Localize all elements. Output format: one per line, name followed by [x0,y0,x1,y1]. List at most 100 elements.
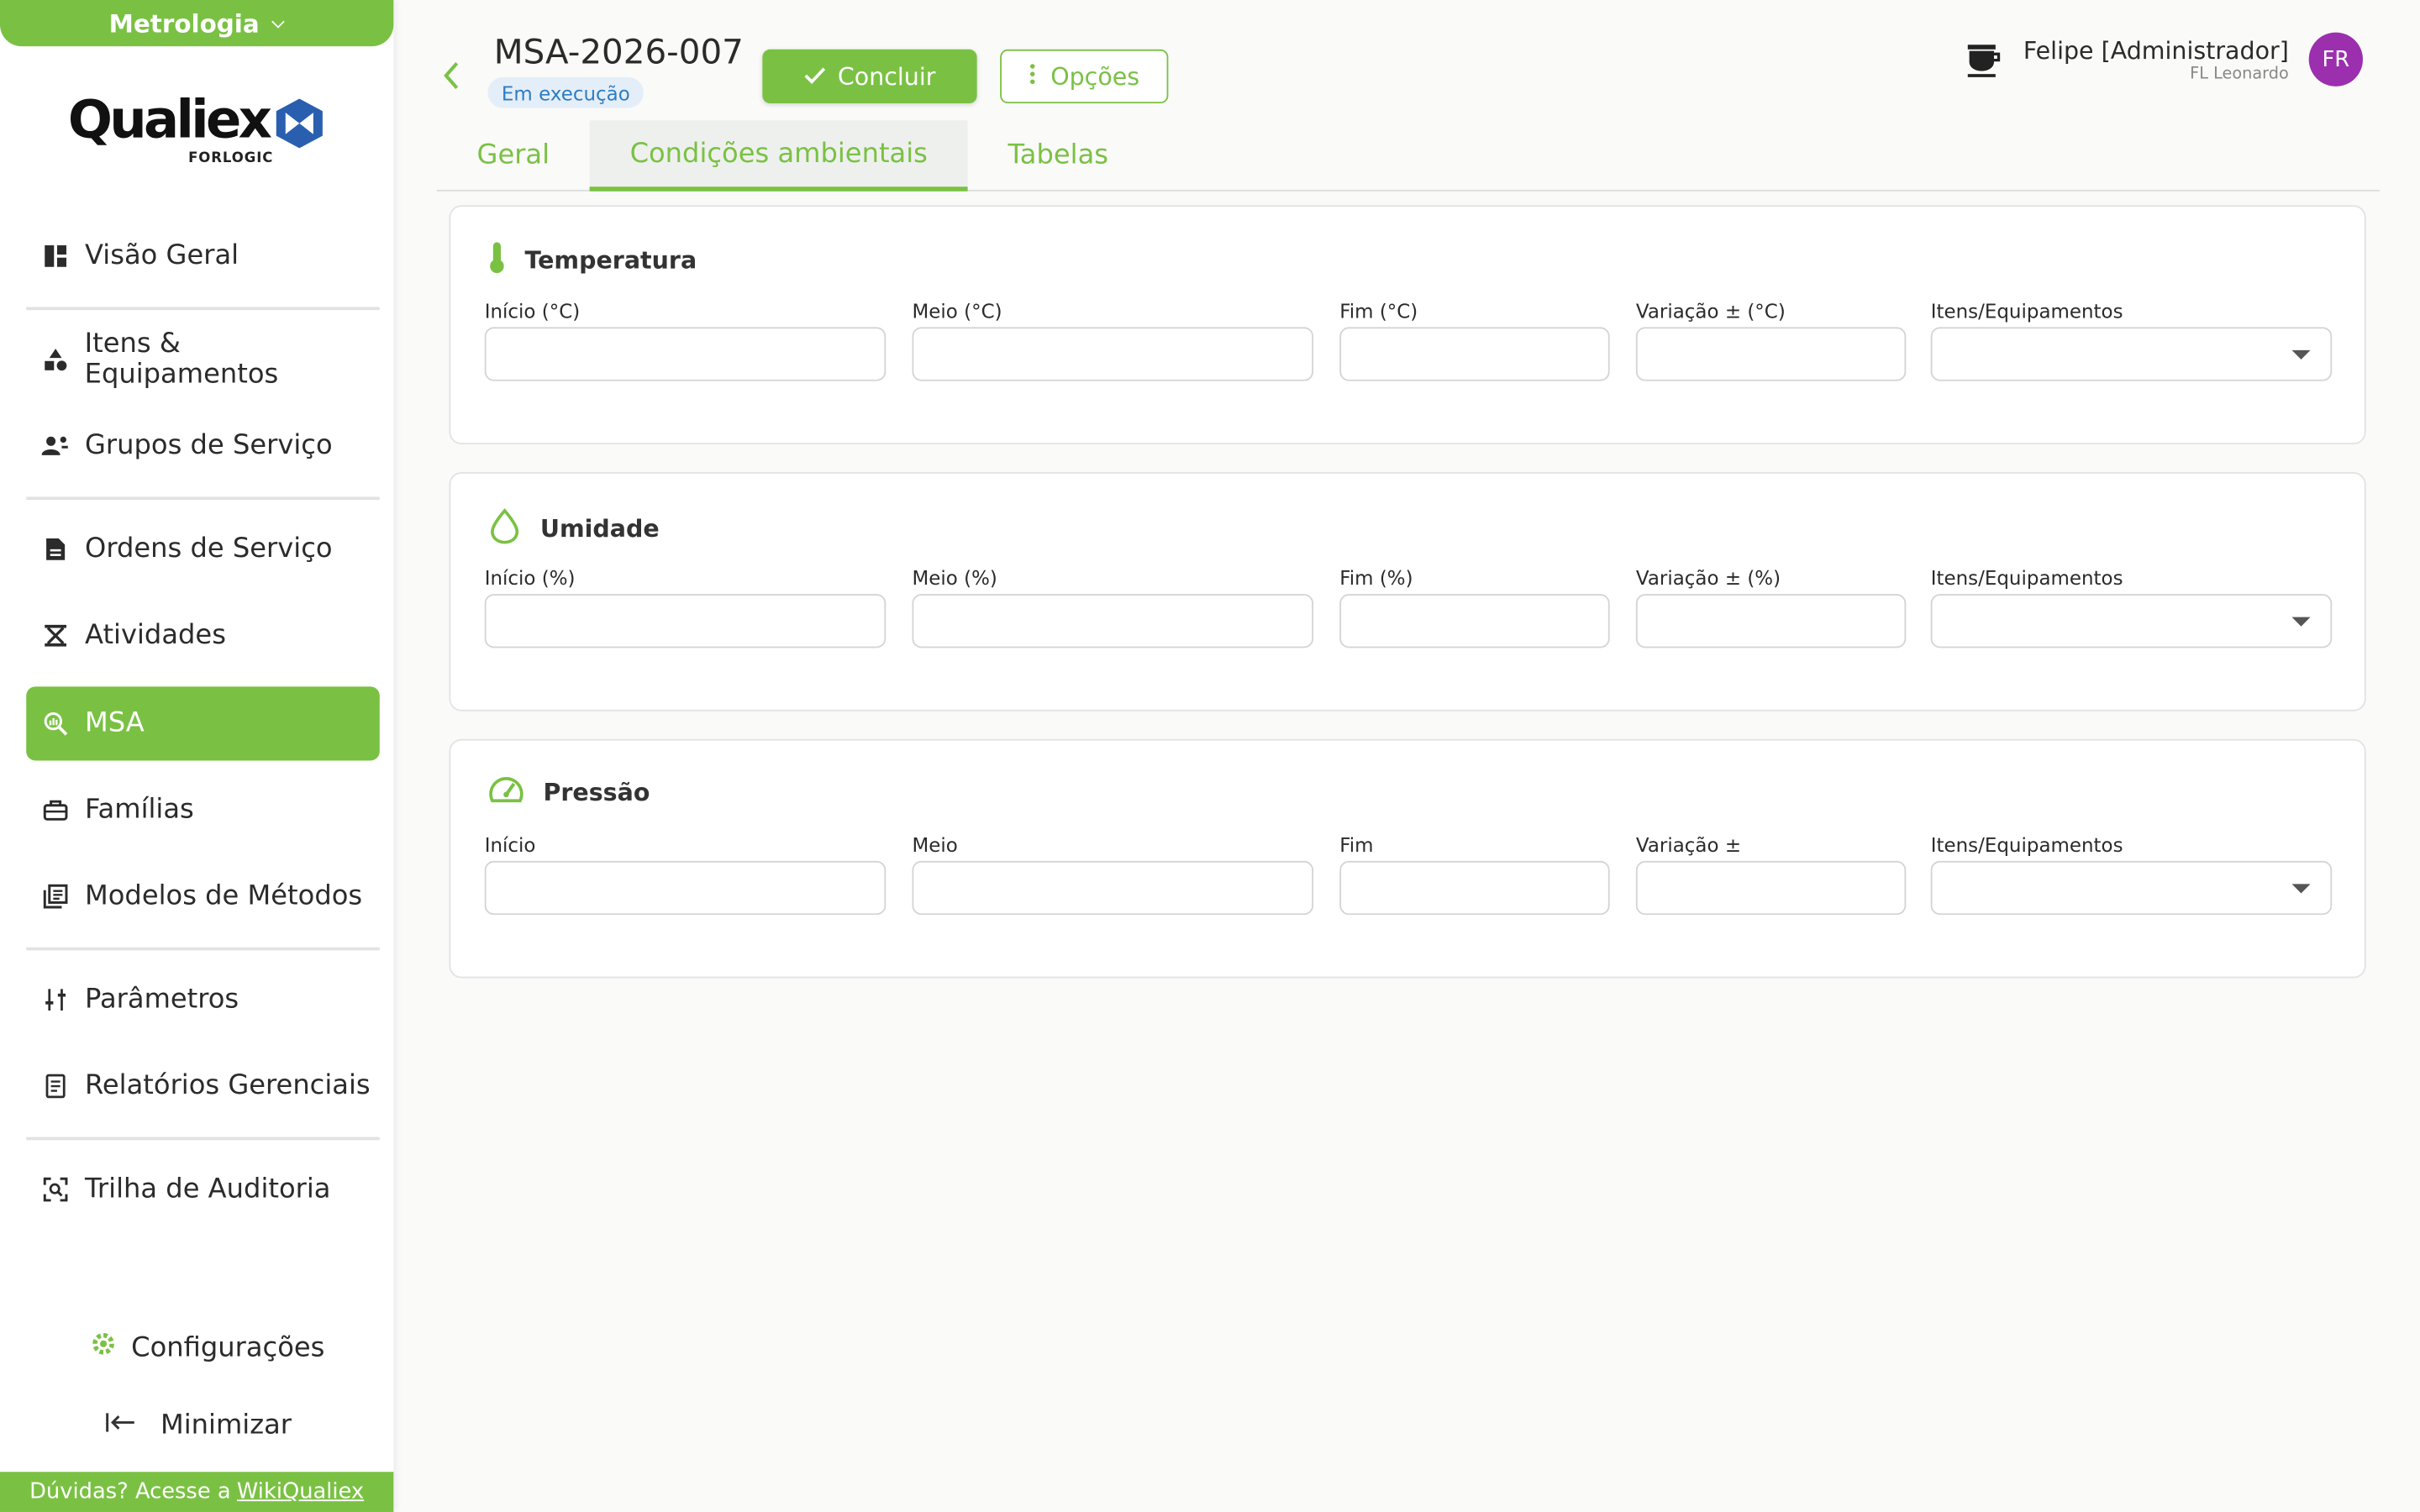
more-vertical-icon [1028,62,1034,90]
tab-tabelas[interactable]: Tabelas [968,120,1149,191]
meio-input[interactable] [912,594,1314,648]
opcoes-label: Opções [1050,62,1140,91]
concluir-label: Concluir [837,62,936,91]
sidebar-item-label: Grupos de Serviço [85,430,333,462]
card-header: Umidade [487,507,660,550]
collapse-icon [105,1410,136,1441]
sidebar-item-grupos-servico[interactable]: Grupos de Serviço [26,402,380,490]
logo-mark-icon [276,98,323,149]
coffee-cup-icon[interactable] [1963,42,2003,85]
sidebar-item-msa[interactable]: MSA [26,685,380,760]
itens-equipamentos-field: Itens/Equipamentos [1930,566,2333,648]
gear-icon [90,1330,118,1365]
user-company: FL Leonardo [2190,65,2289,84]
field-label: Início (°C) [484,299,581,323]
pressao-card: Pressão Início Meio Fim Variação ± Itens… [449,738,2366,979]
concluir-button[interactable]: Concluir [762,49,977,104]
module-selector[interactable]: Metrologia ⌵ [0,0,394,47]
module-label: Metrologia [108,8,260,38]
user-name: Felipe [Administrador] [2023,37,2289,66]
umidade-card: Umidade Início (%) Meio (%) Fim (%) Vari… [449,472,2366,711]
avatar[interactable]: FR [2308,32,2363,87]
sidebar-item-label: Famílias [85,794,194,826]
tab-condicoes-ambientais[interactable]: Condições ambientais [589,120,968,192]
divider [26,1136,380,1140]
back-button[interactable] [439,59,466,99]
meio-field: Meio (%) [912,566,1314,648]
inicio-field: Início [484,832,886,916]
field-label: Meio [912,832,958,857]
meio-field: Meio [912,832,1314,916]
divider [26,306,380,310]
field-label: Início [484,832,536,857]
field-label: Variação ± (°C) [1635,299,1786,323]
sidebar-item-itens-equipamentos[interactable]: Itens & Equipamentos [26,316,380,403]
fim-input[interactable] [1339,594,1610,648]
variacao-input[interactable] [1635,327,1907,381]
logo-text: Qualiex [67,89,272,151]
sidebar-item-trilha-auditoria[interactable]: Trilha de Auditoria [26,1146,380,1233]
settings-button[interactable]: Configurações [90,1330,325,1365]
sidebar-item-familias[interactable]: Famílias [26,766,380,853]
meio-field: Meio (°C) [912,299,1314,381]
itens-equipamentos-select[interactable] [1930,327,2333,381]
sidebar-item-label: Parâmetros [85,984,239,1016]
audit-scan-icon [42,1175,70,1203]
sidebar-item-atividades[interactable]: Atividades [26,592,380,680]
field-label: Meio (%) [912,566,997,590]
settings-label: Configurações [131,1331,325,1363]
sidebar-item-label: Modelos de Métodos [85,881,363,912]
help-bar: Dúvidas? Acesse a WikiQualiex [0,1472,394,1512]
report-icon [42,1073,70,1100]
field-label: Fim [1339,832,1374,857]
inicio-input[interactable] [484,594,886,648]
sidebar-item-label: Relatórios Gerenciais [85,1071,371,1102]
opcoes-button[interactable]: Opções [1000,49,1169,104]
variacao-field: Variação ± (°C) [1635,299,1907,381]
card-header: Temperatura [487,241,697,281]
fim-field: Fim (°C) [1339,299,1610,381]
wiki-link[interactable]: WikiQualiex [237,1479,364,1504]
variacao-field: Variação ± (%) [1635,566,1907,648]
status-badge: Em execução [487,76,644,108]
help-text: Dúvidas? Acesse a [29,1479,231,1504]
field-label: Meio (°C) [912,299,1002,323]
page-title: MSA-2026-007 [493,34,744,73]
gauge-icon [487,774,524,811]
sidebar-item-label: Ordens de Serviço [85,533,333,564]
sidebar-item-modelos-metodos[interactable]: Modelos de Métodos [26,853,380,941]
itens-equipamentos-select[interactable] [1930,860,2333,916]
field-label: Início (%) [484,566,576,590]
field-label: Variação ± (%) [1635,566,1781,590]
sidebar-item-relatorios[interactable]: Relatórios Gerenciais [26,1043,380,1131]
divider [26,946,380,950]
sidebar-item-ordens-servico[interactable]: Ordens de Serviço [26,506,380,593]
field-label: Itens/Equipamentos [1930,832,2123,857]
sidebar-item-label: Itens & Equipamentos [84,328,279,391]
field-label: Fim (°C) [1339,299,1418,323]
variacao-input[interactable] [1635,860,1907,916]
meio-input[interactable] [912,327,1314,381]
dropdown-arrow-icon [2291,884,2311,894]
sidebar-item-visao-geral[interactable]: Visão Geral [26,213,380,300]
library-icon [42,883,70,911]
sidebar-item-parametros[interactable]: Parâmetros [26,956,380,1043]
dashboard-icon [42,243,70,270]
itens-equipamentos-select[interactable] [1930,594,2333,648]
chevron-down-icon: ⌵ [271,12,285,33]
minimize-button[interactable]: Minimizar [105,1410,292,1441]
sidebar: Metrologia ⌵ Qualiex FORLOGIC Visão Gera… [0,0,394,1512]
sidebar-item-label: Atividades [85,620,226,652]
inicio-input[interactable] [484,860,886,916]
tab-geral[interactable]: Geral [437,120,590,191]
variacao-input[interactable] [1635,594,1907,648]
inicio-input[interactable] [484,327,886,381]
group-icon [41,433,70,460]
fim-input[interactable] [1339,327,1610,381]
inicio-field: Início (%) [484,566,886,648]
logo: Qualiex FORLOGIC [68,90,330,175]
minimize-label: Minimizar [160,1410,292,1441]
meio-input[interactable] [912,860,1314,916]
tab-bar: Geral Condições ambientais Tabelas [436,120,2381,192]
fim-input[interactable] [1339,860,1610,916]
